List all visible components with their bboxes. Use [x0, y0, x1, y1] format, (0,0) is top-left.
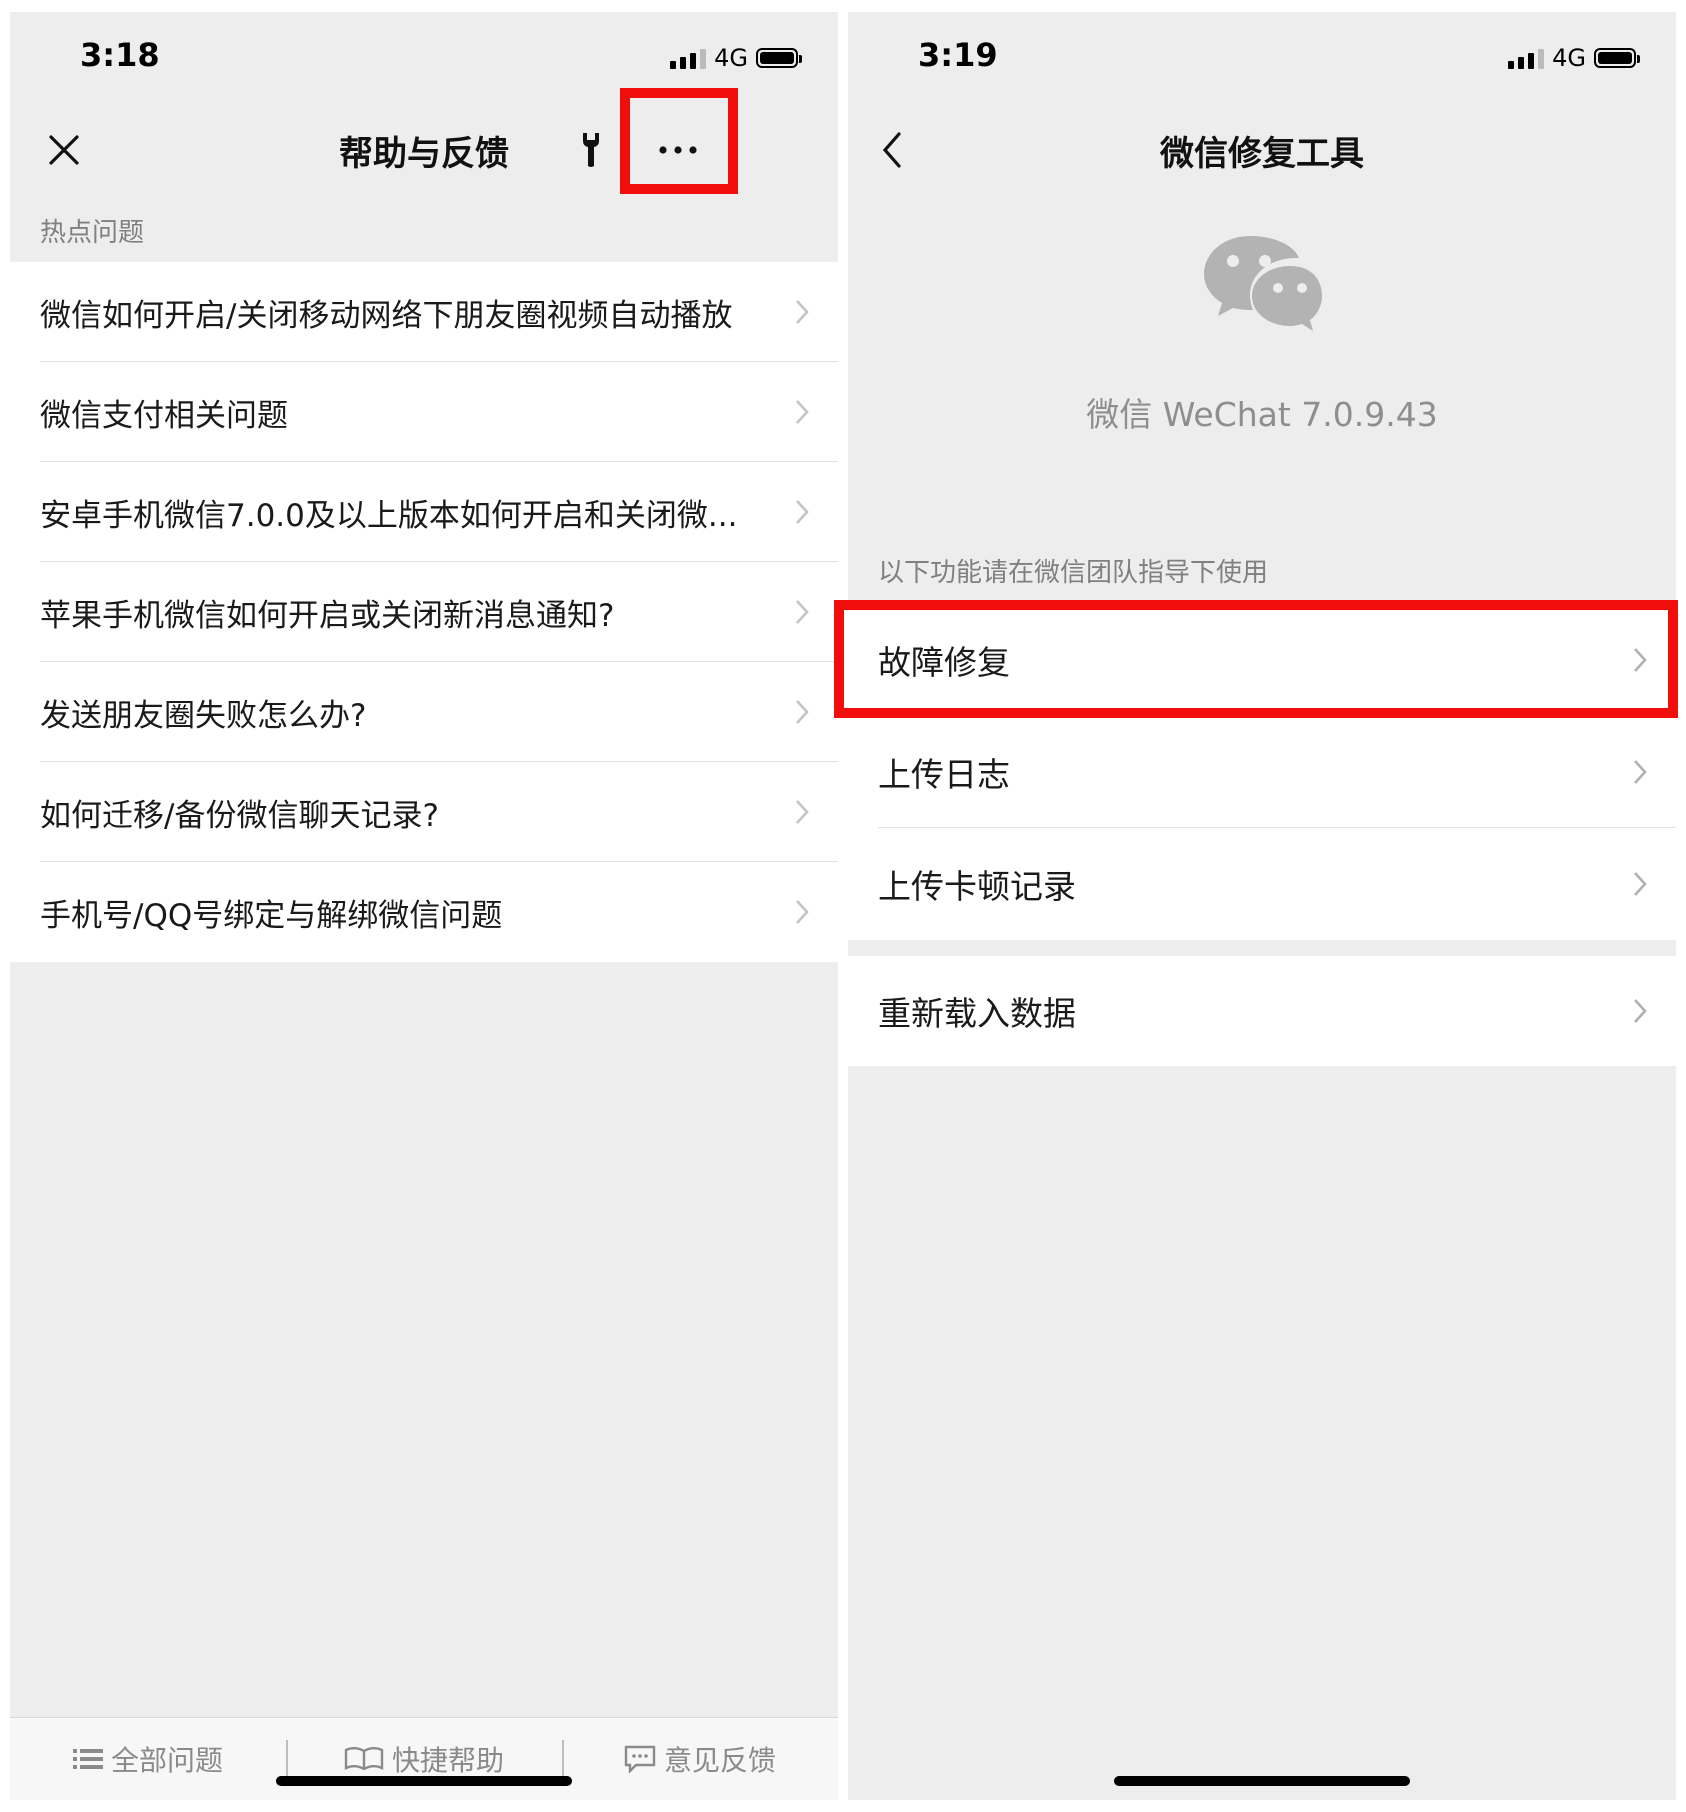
highlight-box-repair	[834, 600, 1678, 718]
signal-icon	[670, 47, 707, 69]
tool-item-reload-data[interactable]: 重新载入数据	[848, 956, 1676, 1066]
battery-icon	[756, 48, 802, 68]
faq-item-label: 安卓手机微信7.0.0及以上版本如何开启和关闭微...	[40, 497, 738, 534]
tool-item-upload-log[interactable]: 上传日志	[848, 716, 1676, 828]
faq-item-label: 发送朋友圈失败怎么办?	[40, 697, 367, 734]
battery-icon	[1594, 48, 1640, 68]
chevron-right-icon	[1634, 872, 1647, 896]
faq-item[interactable]: 苹果手机微信如何开启或关闭新消息通知?	[10, 562, 838, 662]
help-feedback-screen: 3:18 4G 帮助与反馈 热点问题 微信如何开启/关闭移动网络下朋友圈视频自动…	[10, 12, 838, 1800]
network-label: 4G	[1552, 44, 1586, 72]
tool-item-upload-lag[interactable]: 上传卡顿记录	[848, 828, 1676, 940]
tab-all-questions[interactable]: 全部问题	[10, 1718, 286, 1800]
home-indicator	[276, 1776, 572, 1786]
faq-item[interactable]: 微信如何开启/关闭移动网络下朋友圈视频自动播放	[10, 262, 838, 362]
chevron-right-icon	[796, 400, 809, 424]
signal-icon	[1508, 47, 1545, 69]
faq-item-label: 手机号/QQ号绑定与解绑微信问题	[40, 897, 503, 934]
section-guidance-note: 以下功能请在微信团队指导下使用	[878, 558, 1269, 588]
tool-item-label: 上传卡顿记录	[878, 867, 1076, 906]
wechat-logo-icon	[848, 232, 1676, 336]
faq-item[interactable]: 发送朋友圈失败怎么办?	[10, 662, 838, 762]
tool-item-label: 重新载入数据	[878, 994, 1076, 1033]
chevron-right-icon	[1634, 999, 1647, 1023]
tab-quick-help[interactable]: 快捷帮助	[286, 1718, 562, 1800]
faq-item-label: 微信如何开启/关闭移动网络下朋友圈视频自动播放	[40, 297, 733, 334]
chevron-right-icon	[796, 600, 809, 624]
nav-bar: 微信修复工具	[848, 102, 1676, 196]
tool-item-label: 上传日志	[878, 755, 1010, 794]
status-time: 3:19	[918, 36, 998, 74]
faq-item[interactable]: 安卓手机微信7.0.0及以上版本如何开启和关闭微...	[10, 462, 838, 562]
faq-item[interactable]: 手机号/QQ号绑定与解绑微信问题	[10, 862, 838, 962]
faq-item-label: 苹果手机微信如何开启或关闭新消息通知?	[40, 597, 615, 634]
chevron-right-icon	[796, 900, 809, 924]
wechat-repair-tool-screen: 3:19 4G 微信修复工具 微信 WeChat 7.0.9.43 以下功能请在…	[848, 12, 1676, 1800]
reload-data-list: 重新载入数据	[848, 956, 1676, 1066]
home-indicator	[1114, 1776, 1410, 1786]
book-icon	[344, 1747, 384, 1771]
faq-item[interactable]: 微信支付相关问题	[10, 362, 838, 462]
chevron-right-icon	[796, 500, 809, 524]
faq-item-label: 如何迁移/备份微信聊天记录?	[40, 797, 439, 834]
page-title: 微信修复工具	[1160, 134, 1364, 174]
chevron-right-icon	[796, 700, 809, 724]
status-bar: 3:19 4G	[848, 12, 1676, 102]
status-time: 3:18	[80, 36, 160, 74]
tab-label: 快捷帮助	[391, 1744, 504, 1777]
app-version-text: 微信 WeChat 7.0.9.43	[1086, 395, 1438, 434]
faq-list: 微信如何开启/关闭移动网络下朋友圈视频自动播放 微信支付相关问题 安卓手机微信7…	[10, 262, 838, 962]
tab-label: 意见反馈	[663, 1744, 776, 1777]
bottom-tab-bar: 全部问题 快捷帮助 意见反馈	[10, 1717, 838, 1800]
feedback-icon	[624, 1745, 656, 1773]
tab-label: 全部问题	[110, 1744, 223, 1777]
faq-item[interactable]: 如何迁移/备份微信聊天记录?	[10, 762, 838, 862]
network-label: 4G	[714, 44, 748, 72]
faq-item-label: 微信支付相关问题	[40, 397, 288, 434]
chevron-right-icon	[796, 300, 809, 324]
tab-feedback[interactable]: 意见反馈	[562, 1718, 838, 1800]
wrench-icon[interactable]	[561, 122, 621, 178]
highlight-box-wrench	[620, 88, 738, 194]
section-hot-questions: 热点问题	[40, 218, 145, 248]
list-icon	[72, 1749, 103, 1769]
chevron-right-icon	[796, 800, 809, 824]
chevron-right-icon	[1634, 760, 1647, 784]
